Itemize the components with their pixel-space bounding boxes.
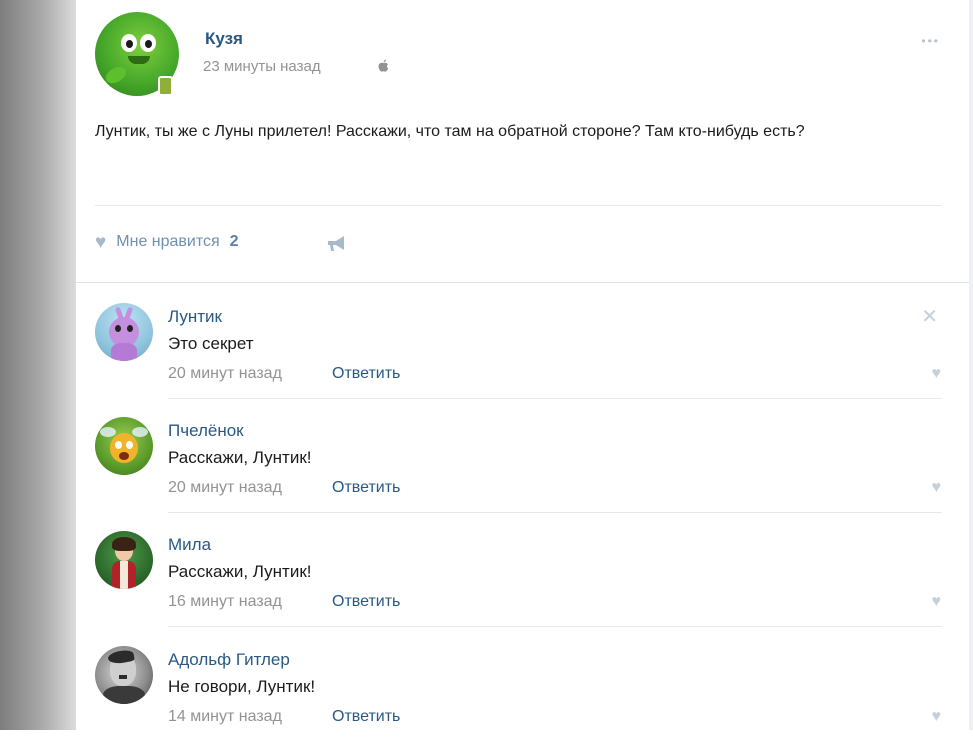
comment-time[interactable]: 20 минут назад: [168, 479, 282, 497]
commenter-avatar[interactable]: [95, 531, 153, 589]
comment-item: Мила Расскажи, Лунтик! 16 минут назад От…: [76, 514, 969, 627]
commenter-name[interactable]: Лунтик: [168, 307, 222, 327]
commenter-name[interactable]: Мила: [168, 535, 211, 555]
mobile-icon: [158, 76, 173, 96]
heart-icon[interactable]: ♥: [932, 480, 942, 496]
post-text: Лунтик, ты же с Луны прилетел! Расскажи,…: [95, 123, 805, 140]
comment-item: Лунтик Это секрет 20 минут назад Ответит…: [76, 286, 969, 399]
more-options-icon[interactable]: •••: [921, 34, 940, 48]
comment-divider: [168, 626, 942, 627]
page-edge: [969, 0, 973, 730]
reply-button[interactable]: Ответить: [332, 708, 400, 726]
comment-item: Пчелёнок Расскажи, Лунтик! 20 минут наза…: [76, 400, 969, 513]
share-icon[interactable]: [326, 235, 348, 253]
like-count: 2: [229, 233, 239, 250]
post-author[interactable]: Кузя: [205, 29, 243, 49]
heart-icon[interactable]: ♥: [932, 709, 942, 725]
background-blur-strip: [0, 0, 76, 730]
like-label: Мне нравится: [116, 233, 220, 250]
comment-time[interactable]: 20 минут назад: [168, 365, 282, 383]
reply-button[interactable]: Ответить: [332, 365, 400, 383]
commenter-avatar[interactable]: [95, 417, 153, 475]
post-time[interactable]: 23 минуты назад: [203, 58, 321, 75]
commenter-name[interactable]: Адольф Гитлер: [168, 650, 290, 670]
heart-icon: ♥: [95, 231, 107, 253]
comment-text: Это секрет: [168, 334, 254, 353]
commenter-name[interactable]: Пчелёнок: [168, 421, 244, 441]
comments-separator: [76, 282, 969, 283]
post-card: Кузя 23 минуты назад ••• Лунтик, ты же с…: [76, 0, 969, 730]
post-divider: [95, 205, 941, 206]
heart-icon[interactable]: ♥: [932, 366, 942, 382]
comment-divider: [168, 512, 942, 513]
comment-text: Расскажи, Лунтик!: [168, 562, 312, 581]
comment-item: Адольф Гитлер Не говори, Лунтик! 14 мину…: [76, 629, 969, 742]
comment-divider: [168, 398, 942, 399]
comment-time[interactable]: 14 минут назад: [168, 708, 282, 726]
reply-button[interactable]: Ответить: [332, 479, 400, 497]
like-button[interactable]: ♥ Мне нравится 2: [95, 231, 239, 253]
commenter-avatar[interactable]: [95, 303, 153, 361]
comment-time[interactable]: 16 минут назад: [168, 593, 282, 611]
comment-text: Расскажи, Лунтик!: [168, 448, 312, 467]
commenter-avatar[interactable]: [95, 646, 153, 704]
apple-icon: [378, 59, 389, 75]
heart-icon[interactable]: ♥: [932, 594, 942, 610]
comment-text: Не говори, Лунтик!: [168, 677, 316, 696]
close-icon[interactable]: ✕: [921, 307, 938, 327]
reply-button[interactable]: Ответить: [332, 593, 400, 611]
